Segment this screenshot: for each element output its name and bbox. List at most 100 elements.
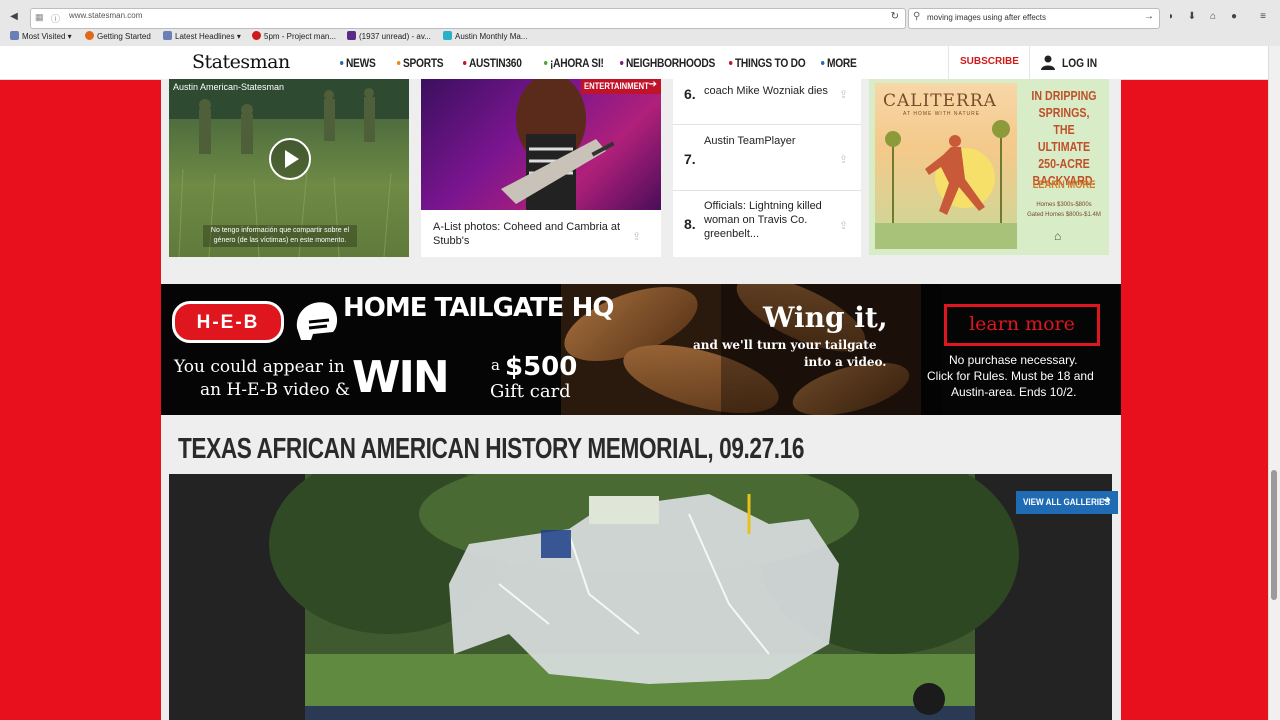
mail-favicon [347,31,356,40]
browser-toolbar: ◀ ▦ ⓘ www.statesman.com ↻ ⚲ moving image… [0,0,1280,47]
row-divider [673,190,861,191]
heb-prize-a: a [491,356,500,374]
most-read-title[interactable]: Austin TeamPlayer [704,134,834,148]
heb-prize-amount: $500 [505,352,578,382]
bookmark-most-visited[interactable]: Most Visited ▾ [10,31,72,41]
bookmark-project-manager[interactable]: 5pm - Project man... [252,31,336,41]
heb-fine-print-3: Austin-area. Ends 10/2. [951,385,1077,399]
helmet-icon [296,302,338,340]
statesman-logo[interactable]: Statesman [192,51,290,73]
folder-icon [10,31,19,40]
caliterra-brand: CALITERRA [883,91,997,111]
download-icon[interactable]: ⬇ [1186,11,1198,23]
video-subtitle: No tengo información que compartir sobre… [203,225,357,247]
extension-icon[interactable]: ● [1228,11,1240,23]
go-arrow-icon[interactable]: → [1144,11,1154,22]
entertainment-caption[interactable]: A-List photos: Coheed and Cambria at Stu… [433,220,623,248]
nav-dot [821,61,825,65]
rank-number: 7. [684,151,696,167]
gallery-photo-frame[interactable] [169,474,1112,720]
caliterra-tagline: AT HOME WITH NATURE [903,111,981,117]
concert-photo [421,79,661,210]
guitarist-image [501,79,615,210]
nav-dot [729,61,733,65]
nav-news[interactable]: NEWS [340,56,376,70]
share-icon[interactable]: ⇪ [839,153,853,166]
nav-dot [463,61,467,65]
share-icon[interactable]: ⇪ [632,230,646,243]
heb-win: WIN [352,352,450,403]
entertainment-card[interactable]: ENTERTAINMENT ➔ A-List photos: Coheed an… [421,79,661,257]
video-source: Austin American-Statesman [173,82,285,92]
entertainment-tag[interactable]: ENTERTAINMENT ➔ [581,79,661,94]
nav-sports[interactable]: SPORTS [397,56,444,70]
firefox-icon [85,31,94,40]
heb-wing-sub2: into a video. [804,355,887,369]
caliterra-learn-more[interactable]: LEARN MORE [1026,179,1103,191]
search-bar[interactable]: ⚲ moving images using after effects → [908,8,1160,29]
url-text: www.statesman.com [69,11,143,20]
bookmark-unread[interactable]: (1937 unread) - av... [347,31,431,41]
heb-headline: HOME TAILGATE HQ [343,293,614,323]
view-all-galleries-button[interactable]: VIEW ALL GALLERIES ➔ [1016,491,1118,514]
most-read-list: 6. coach Mike Wozniak dies ⇪ 7. Austin T… [673,79,861,257]
arrow-right-icon: ➔ [648,79,657,90]
scrollbar-thumb[interactable] [1271,470,1277,600]
heb-line1: You could appear in [174,357,345,377]
nav-dot [620,61,624,65]
heb-wing-it: Wing it, [763,301,888,334]
row-divider [673,124,861,125]
info-icon: ⓘ [51,14,61,24]
bookmark-austin-monthly[interactable]: Austin Monthly Ma... [443,31,527,41]
nav-neighborhoods[interactable]: NEIGHBORHOODS [620,56,715,70]
menu-icon[interactable]: ≡ [1257,11,1269,23]
equal-housing-icon: ⌂ [1054,229,1062,243]
nav-dot [340,61,344,65]
search-icon: ⚲ [913,11,921,22]
arrow-right-icon: ➔ [1103,495,1111,506]
share-icon[interactable]: ⇪ [839,219,853,232]
most-read-title[interactable]: Officials: Lightning killed woman on Tra… [704,199,839,241]
heb-fine-print-2: Click for Rules. Must be 18 and [927,369,1094,383]
play-icon[interactable] [269,138,311,180]
nav-austin360[interactable]: AUSTIN360 [463,56,522,70]
nav-ahora-si[interactable]: ¡AHORA SI! [544,56,604,70]
heb-logo: H-E-B [172,301,284,343]
back-icon[interactable]: ◀ [8,11,20,23]
login-button[interactable]: LOG IN [1040,54,1103,70]
search-input-value: moving images using after effects [927,13,1047,22]
url-bar[interactable]: ▦ ⓘ www.statesman.com ↻ [30,8,906,29]
user-icon [1041,55,1055,70]
nav-dot [544,61,548,65]
caliterra-ad[interactable]: CALITERRA AT HOME WITH NATURE IN DRIPPIN… [869,79,1109,255]
video-card[interactable]: Austin American-Statesman No tengo infor… [169,79,409,257]
rss-folder-icon [163,31,172,40]
site-header: Statesman NEWS SPORTS AUSTIN360 ¡AHORA S… [0,46,1268,80]
caliterra-prices: Homes $300s-$800s Gated Homes $800s-$1.4… [1027,202,1101,218]
subscribe-button[interactable]: SUBSCRIBE [948,46,1030,79]
pocket-icon[interactable]: ◗ [1165,11,1177,23]
heb-fine-print-1: No purchase necessary. [949,353,1078,367]
gallery-title[interactable]: TEXAS AFRICAN AMERICAN HISTORY MEMORIAL,… [178,433,804,466]
heb-prize-card: Gift card [490,381,571,402]
heb-wing-sub1: and we'll turn your tailgate [693,338,877,352]
bookmark-latest-headlines[interactable]: Latest Headlines ▾ [163,31,241,41]
bookmark-getting-started[interactable]: Getting Started [85,31,151,41]
nav-dot [397,61,401,65]
page-scrollbar[interactable] [1268,46,1280,720]
share-icon[interactable]: ⇪ [839,88,853,101]
home-icon[interactable]: ⌂ [1207,11,1219,23]
rank-number: 8. [684,216,696,232]
caliterra-headline: IN DRIPPING SPRINGS, THE ULTIMATE 250-AC… [1031,88,1097,188]
reload-icon[interactable]: ↻ [891,11,899,22]
rank-number: 6. [684,86,696,102]
most-read-title[interactable]: coach Mike Wozniak dies [704,84,834,98]
nav-things-to-do[interactable]: THINGS TO DO [729,56,806,70]
site-favicon [252,31,261,40]
lock-icon: ▦ [35,12,44,22]
heb-learn-more-button[interactable]: learn more [944,304,1100,346]
memorial-photo [169,474,1112,720]
nav-more[interactable]: MORE [821,56,857,70]
site-favicon [443,31,452,40]
heb-line2: an H-E-B video & [200,380,351,400]
